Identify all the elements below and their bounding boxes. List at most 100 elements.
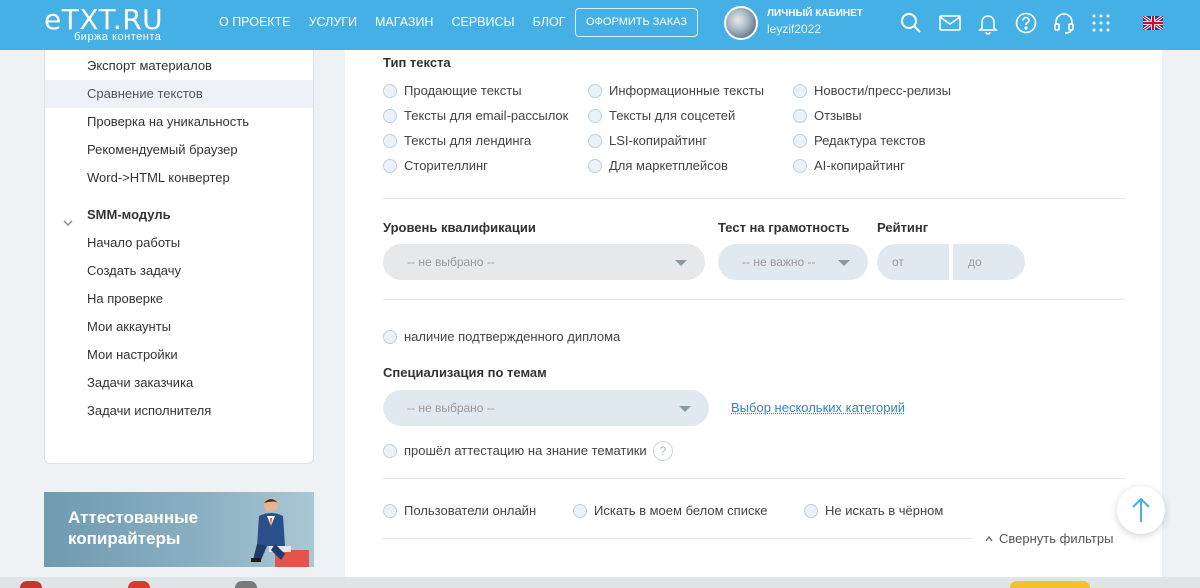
nav-about[interactable]: О ПРОЕКТЕ <box>219 15 291 29</box>
checkbox-label: Информационные тексты <box>609 83 764 98</box>
checkbox-control[interactable] <box>588 108 602 123</box>
site-logo[interactable]: eTXT.RU биржа контента <box>44 3 204 47</box>
checkbox-label: Продающие тексты <box>404 83 522 98</box>
text-type-checkbox[interactable]: Редактура текстов <box>793 133 926 148</box>
cabinet-title[interactable]: ЛИЧНЫЙ КАБИНЕТ <box>767 8 863 19</box>
username[interactable]: leyzif2022 <box>767 22 821 36</box>
text-type-checkbox[interactable]: Сторителлинг <box>383 158 488 173</box>
sidebar-item-start[interactable]: Начало работы <box>45 229 313 257</box>
banner-line-1: Аттестованные <box>68 508 199 527</box>
checkbox-control[interactable] <box>383 158 397 173</box>
literacy-select[interactable]: -- не важно -- <box>718 244 868 280</box>
nav-tools[interactable]: СЕРВИСЫ <box>451 15 514 29</box>
checkbox-control[interactable] <box>383 83 397 98</box>
checkbox-control[interactable] <box>588 133 602 148</box>
sidebar-item-settings[interactable]: Мои настройки <box>45 341 313 369</box>
text-type-checkbox[interactable]: Отзывы <box>793 108 862 123</box>
qualification-label: Уровень квалификации <box>383 220 536 235</box>
multi-category-link[interactable]: Выбор нескольких категорий <box>731 400 905 415</box>
collapse-filters-button[interactable]: Свернуть фильтры <box>985 531 1113 546</box>
rating-to-input[interactable]: до <box>953 244 1025 280</box>
support-icon[interactable] <box>1052 11 1076 35</box>
mail-icon[interactable] <box>938 11 962 35</box>
literacy-label: Тест на грамотность <box>718 220 850 235</box>
text-type-checkbox[interactable]: Продающие тексты <box>383 83 522 98</box>
text-type-checkbox[interactable]: Для маркетплейсов <box>588 158 728 173</box>
rating-label: Рейтинг <box>877 220 929 235</box>
businessman-illustration-icon <box>251 498 309 567</box>
checkbox-control[interactable] <box>383 329 397 344</box>
collapse-filters-label: Свернуть фильтры <box>999 531 1114 546</box>
bell-icon[interactable] <box>976 11 1000 35</box>
text-type-checkbox[interactable]: Тексты для соцсетей <box>588 108 735 123</box>
checkbox-control[interactable] <box>588 158 602 173</box>
text-type-checkbox[interactable]: Тексты для email-рассылок <box>383 108 568 123</box>
help-question-icon[interactable]: ? <box>653 441 673 461</box>
checkbox-label: Отзывы <box>814 108 862 123</box>
sidebar-item-create-task[interactable]: Создать задачу <box>45 257 313 285</box>
checkbox-label: прошёл аттестацию на знание тематики <box>404 443 647 458</box>
qualification-select[interactable]: -- не выбрано -- <box>383 244 705 280</box>
divider <box>383 299 1125 300</box>
rating-from-input[interactable]: от <box>877 244 949 280</box>
apps-grid-icon[interactable] <box>1089 11 1113 35</box>
checkbox-label: Тексты для соцсетей <box>609 108 736 123</box>
bottom-taskbar-strip <box>0 577 1200 588</box>
checkbox-label: Искать в моем белом списке <box>594 503 768 518</box>
diploma-checkbox[interactable]: наличие подтвержденного диплома <box>383 329 620 344</box>
text-type-title: Тип текста <box>383 55 451 70</box>
avatar[interactable] <box>724 6 758 40</box>
nav-services[interactable]: УСЛУГИ <box>309 15 357 29</box>
not-blacklist-checkbox[interactable]: Не искать в чёрном <box>804 503 943 518</box>
checkbox-control[interactable] <box>588 83 602 98</box>
checkbox-control[interactable] <box>383 503 397 518</box>
checkbox-control[interactable] <box>383 443 397 458</box>
whitelist-checkbox[interactable]: Искать в моем белом списке <box>573 503 768 518</box>
sidebar-item-export[interactable]: Экспорт материалов <box>45 52 313 80</box>
checkbox-control[interactable] <box>804 503 818 518</box>
sidebar-item-uniqueness[interactable]: Проверка на уникальность <box>45 108 313 136</box>
checkbox-control[interactable] <box>793 133 807 148</box>
chevron-down-icon <box>675 260 687 266</box>
sidebar-item-browser[interactable]: Рекомендуемый браузер <box>45 136 313 164</box>
search-icon[interactable] <box>899 11 923 35</box>
scroll-to-top-button[interactable] <box>1117 486 1165 534</box>
sidebar-item-compare-texts[interactable]: Сравнение текстов <box>45 80 313 108</box>
certified-copywriters-banner[interactable]: Аттестованные копирайтеры <box>44 492 314 567</box>
checkbox-label: LSI-копирайтинг <box>609 133 708 148</box>
sidebar-item-customer-tasks[interactable]: Задачи заказчика <box>45 369 313 397</box>
banner-line-2: копирайтеры <box>68 529 181 548</box>
main-nav: О ПРОЕКТЕ УСЛУГИ МАГАЗИН СЕРВИСЫ БЛОГ <box>219 15 584 29</box>
divider <box>383 478 1125 479</box>
uk-flag-icon[interactable] <box>1142 14 1164 32</box>
sidebar-item-executor-tasks[interactable]: Задачи исполнителя <box>45 397 313 425</box>
checkbox-control[interactable] <box>793 158 807 173</box>
text-type-checkbox[interactable]: Новости/пресс-релизы <box>793 83 951 98</box>
filters-panel: Тип текста Продающие тексты Информационн… <box>345 50 1162 588</box>
sidebar: Экспорт материалов Сравнение текстов Про… <box>44 50 314 464</box>
text-type-checkbox[interactable]: Тексты для лендинга <box>383 133 531 148</box>
sidebar-item-review[interactable]: На проверке <box>45 285 313 313</box>
taskbar-icon <box>235 581 257 588</box>
text-type-checkbox[interactable]: LSI-копирайтинг <box>588 133 707 148</box>
checkbox-control[interactable] <box>383 133 397 148</box>
chevron-down-icon <box>63 210 73 226</box>
help-icon[interactable] <box>1014 11 1038 35</box>
sidebar-item-word-html[interactable]: Word->HTML конвертер <box>45 164 313 192</box>
checkbox-control[interactable] <box>573 503 587 518</box>
banner-text: Аттестованные копирайтеры <box>68 507 198 549</box>
specialization-select[interactable]: -- не выбрано -- <box>383 390 709 426</box>
order-button[interactable]: ОФОРМИТЬ ЗАКАЗ <box>575 8 698 37</box>
nav-shop[interactable]: МАГАЗИН <box>375 15 433 29</box>
text-type-checkbox[interactable]: AI-копирайтинг <box>793 158 905 173</box>
checkbox-control[interactable] <box>383 108 397 123</box>
sidebar-group-smm[interactable]: SMM-модуль <box>45 201 313 229</box>
nav-blog[interactable]: БЛОГ <box>533 15 566 29</box>
text-type-checkbox[interactable]: Информационные тексты <box>588 83 764 98</box>
attestation-checkbox[interactable]: прошёл аттестацию на знание тематики <box>383 443 647 458</box>
sidebar-item-accounts[interactable]: Мои аккаунты <box>45 313 313 341</box>
checkbox-control[interactable] <box>793 83 807 98</box>
checkbox-control[interactable] <box>793 108 807 123</box>
online-users-checkbox[interactable]: Пользователи онлайн <box>383 503 536 518</box>
qualification-value: -- не выбрано -- <box>407 255 495 269</box>
